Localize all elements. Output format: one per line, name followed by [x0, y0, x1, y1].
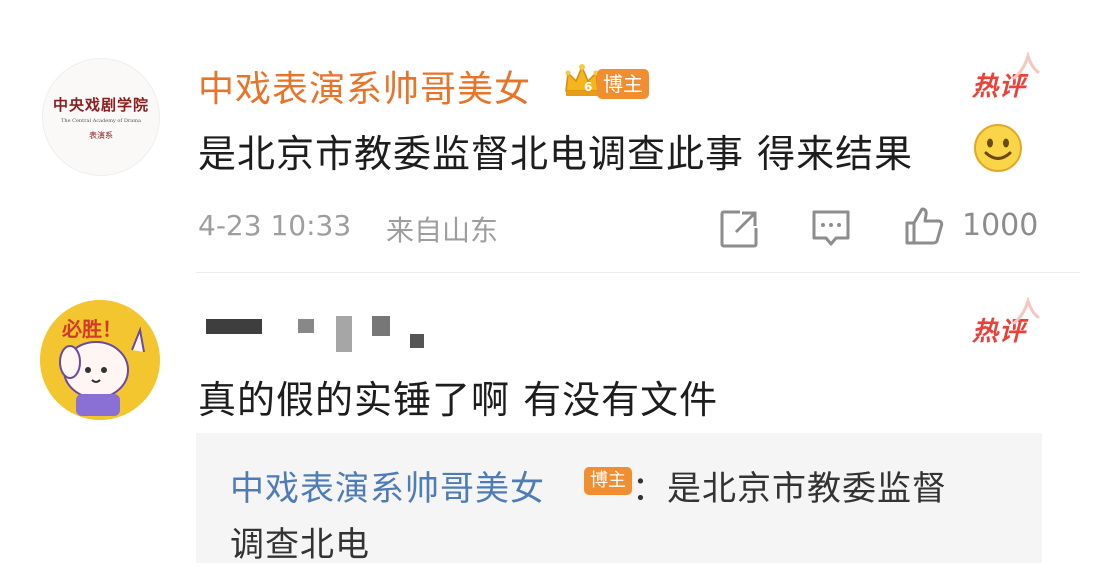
redacted-username	[410, 334, 424, 348]
avatar[interactable]: 中央戏剧学院 The Central Academy of Drama 表演系	[42, 58, 160, 176]
hot-swoosh-icon	[1012, 52, 1040, 80]
divider	[196, 272, 1080, 273]
comment-text: 真的假的实锤了啊 有没有文件	[198, 378, 719, 422]
redacted-username	[336, 316, 352, 352]
smile-emoji-icon	[974, 124, 1022, 172]
crown-icon: 6	[565, 64, 599, 96]
avatar-logo-dept: 表演系	[89, 130, 113, 140]
redacted-username	[206, 319, 262, 334]
redacted-username	[298, 319, 314, 333]
timestamp: 4-23 10:33	[198, 209, 352, 242]
share-icon[interactable]	[718, 208, 760, 250]
like-icon[interactable]	[903, 205, 945, 247]
like-count: 1000	[962, 208, 1039, 243]
cartoon-avatar-icon: 必胜！	[40, 300, 160, 420]
comment-text: 是北京市教委监督北电调查此事 得来结果	[198, 132, 914, 176]
avatar-logo-subtext: The Central Academy of Drama	[61, 117, 141, 124]
svg-text:6: 6	[584, 80, 592, 94]
role-badge: 博主	[597, 69, 649, 99]
comment-icon[interactable]	[810, 208, 852, 250]
quoted-text: 调查北电	[230, 525, 370, 565]
redacted-username	[372, 316, 390, 336]
quoted-comment[interactable]: 中戏表演系帅哥美女 博主 ：是北京市教委监督 调查北电	[196, 433, 1042, 565]
avatar-text: 必胜！	[61, 317, 122, 341]
quoted-username[interactable]: 中戏表演系帅哥美女	[230, 461, 545, 510]
avatar[interactable]: 必胜！	[40, 300, 160, 420]
location: 来自山东	[386, 214, 499, 247]
username[interactable]: 中戏表演系帅哥美女	[198, 60, 531, 112]
quoted-text: ：是北京市教委监督	[632, 469, 947, 509]
avatar-logo-text: 中央戏剧学院	[52, 95, 149, 114]
role-badge: 博主	[584, 467, 632, 495]
hot-swoosh-icon	[1012, 297, 1040, 325]
